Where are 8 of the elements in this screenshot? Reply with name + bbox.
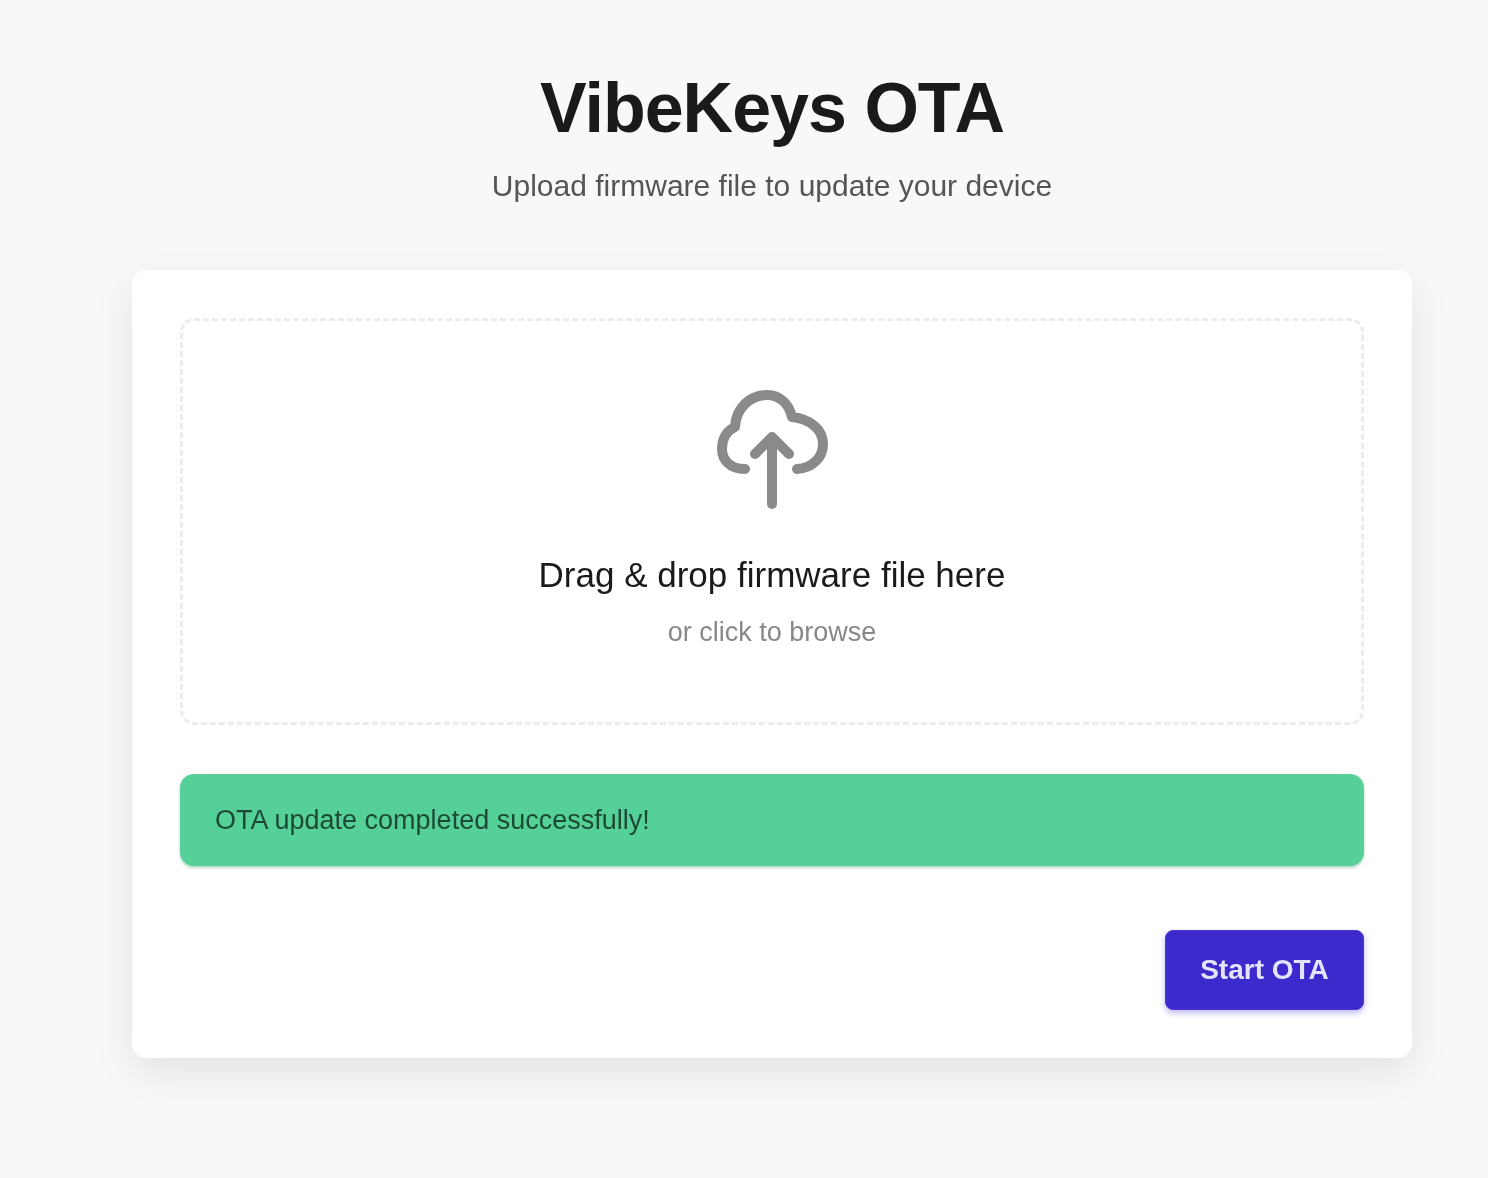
start-ota-button[interactable]: Start OTA [1165, 930, 1364, 1010]
file-drop-zone[interactable]: Drag & drop firmware file here or click to browse [180, 318, 1364, 725]
page-title: VibeKeys OTA [540, 68, 1004, 149]
page-subtitle: Upload firmware file to update your device [491, 168, 1053, 204]
browse-hint: or click to browse [667, 616, 877, 648]
drop-zone-title: Drag & drop firmware file here [538, 554, 1006, 596]
cloud-upload-icon [715, 389, 829, 510]
status-message: OTA update completed successfully! [180, 774, 1364, 866]
